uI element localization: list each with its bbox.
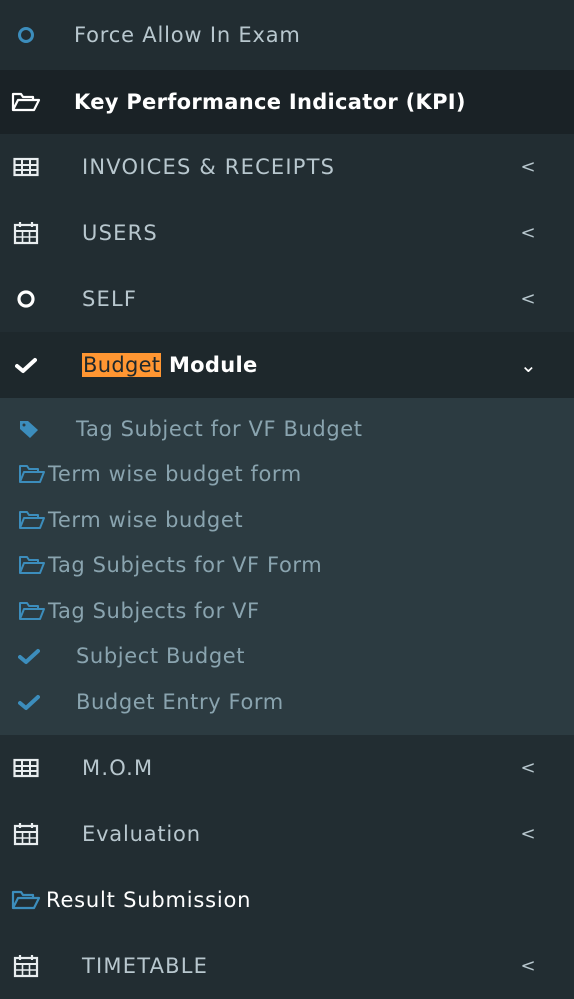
menu-item-kpi[interactable]: Key Performance Indicator (KPI) — [0, 70, 574, 134]
circle-o-icon — [8, 21, 44, 49]
search-highlight: Budget — [82, 353, 162, 377]
submenu-item-label: Tag Subjects for VF — [48, 598, 260, 623]
check-icon — [18, 688, 46, 716]
submenu-item-tag-subject-vf-budget[interactable]: Tag Subject for VF Budget — [0, 406, 574, 452]
folder-open-icon — [8, 88, 44, 116]
menu-item-invoices-receipts[interactable]: INVOICES & RECEIPTS < — [0, 134, 574, 200]
menu-item-label: SELF — [82, 287, 138, 311]
folder-open-icon — [8, 886, 44, 914]
chevron-left-icon: < — [520, 156, 536, 178]
menu-item-label: Result Submission — [46, 887, 252, 912]
folder-open-icon — [18, 551, 46, 579]
tag-icon — [18, 415, 46, 443]
menu-item-result-submission[interactable]: Result Submission — [0, 867, 574, 933]
chevron-down-icon: ⌄ — [520, 353, 537, 377]
menu-item-self[interactable]: SELF < — [0, 266, 574, 332]
circle-o-icon — [8, 285, 44, 313]
calendar-icon — [8, 952, 44, 980]
menu-item-force-allow-in-exam[interactable]: Force Allow In Exam — [0, 0, 574, 70]
menu-item-label: INVOICES & RECEIPTS — [82, 155, 336, 179]
menu-item-timetable[interactable]: TIMETABLE < — [0, 933, 574, 999]
submenu-item-label: Tag Subjects for VF Form — [48, 553, 323, 578]
chevron-left-icon: < — [520, 757, 536, 778]
submenu-item-term-wise-budget-form[interactable]: Term wise budget form — [0, 452, 574, 498]
submenu-item-label: Subject Budget — [76, 644, 246, 669]
calendar-icon — [8, 820, 44, 848]
chevron-left-icon: < — [520, 288, 536, 310]
submenu-item-label: Term wise budget form — [48, 462, 302, 487]
menu-item-label: USERS — [82, 221, 158, 245]
check-icon — [18, 642, 46, 670]
menu-item-mom[interactable]: M.O.M < — [0, 735, 574, 801]
submenu-item-label: Tag Subject for VF Budget — [76, 416, 363, 441]
menu-item-evaluation[interactable]: Evaluation < — [0, 801, 574, 867]
menu-item-label: Evaluation — [82, 821, 201, 846]
menu-item-label: Force Allow In Exam — [74, 23, 301, 47]
chevron-left-icon: < — [520, 955, 536, 976]
submenu-item-tag-subjects-vf-form[interactable]: Tag Subjects for VF Form — [0, 543, 574, 589]
menu-item-users[interactable]: USERS < — [0, 200, 574, 266]
submenu-item-subject-budget[interactable]: Subject Budget — [0, 634, 574, 680]
menu-item-label-text: Module — [168, 353, 258, 377]
submenu-item-term-wise-budget[interactable]: Term wise budget — [0, 497, 574, 543]
sidebar-menu: Force Allow In Exam Key Performance Indi… — [0, 0, 574, 978]
menu-item-label: Key Performance Indicator (KPI) — [74, 90, 466, 114]
submenu-item-budget-entry-form[interactable]: Budget Entry Form — [0, 679, 574, 725]
check-icon — [8, 351, 44, 379]
menu-item-label: TIMETABLE — [82, 953, 209, 978]
folder-open-icon — [18, 506, 46, 534]
calendar-icon — [8, 219, 44, 247]
chevron-left-icon: < — [520, 823, 536, 844]
menu-item-budget-module[interactable]: Budget Module ⌄ — [0, 332, 574, 398]
submenu-item-label: Term wise budget — [48, 507, 244, 532]
submenu-item-label: Budget Entry Form — [76, 689, 284, 714]
menu-item-label: M.O.M — [82, 755, 154, 780]
table-icon — [8, 754, 44, 782]
table-icon — [8, 153, 44, 181]
submenu-item-tag-subjects-vf[interactable]: Tag Subjects for VF — [0, 588, 574, 634]
chevron-left-icon: < — [520, 222, 536, 244]
menu-item-label: Budget Module — [82, 353, 258, 377]
folder-open-icon — [18, 460, 46, 488]
folder-open-icon — [18, 597, 46, 625]
budget-submenu: Tag Subject for VF Budget Term wise budg… — [0, 398, 574, 735]
